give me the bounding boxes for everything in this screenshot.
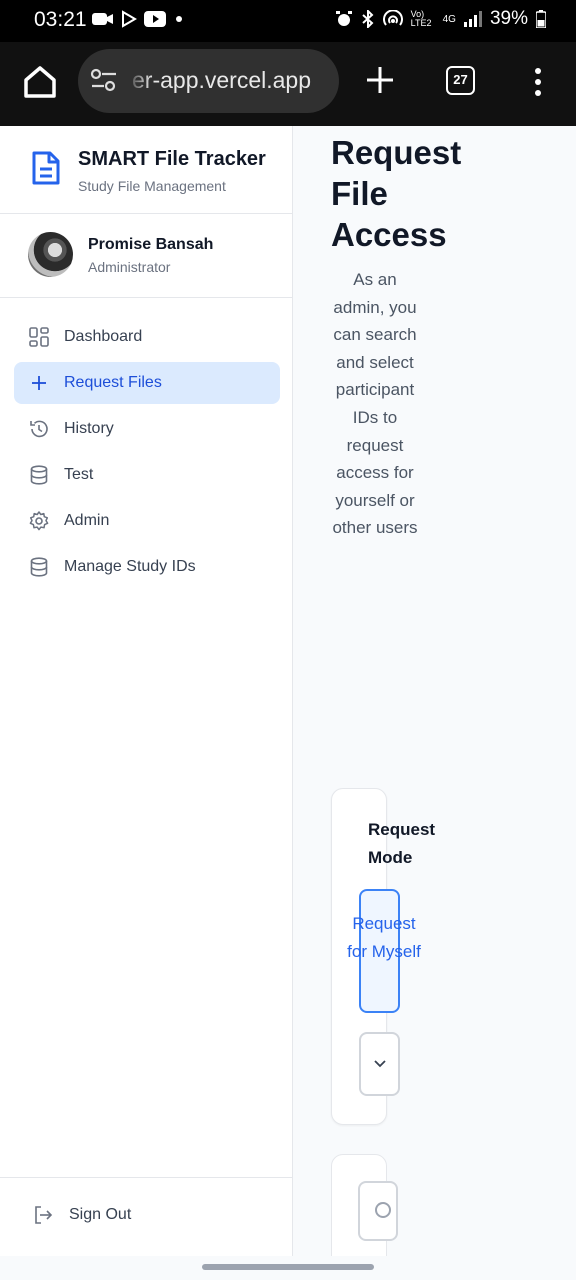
network-type: 4G: [442, 13, 456, 25]
search-icon: [375, 1202, 391, 1218]
bluetooth-icon: [361, 10, 374, 28]
battery-percent: 39%: [489, 8, 528, 29]
status-bar: 03:21 Vo) LTE2 4G 39%: [0, 0, 576, 42]
video-camera-icon: [92, 13, 113, 25]
sidebar-item-label: Request Files: [64, 374, 162, 391]
battery-icon: [536, 10, 546, 28]
database-icon: [30, 465, 48, 485]
main-content: Request File Access As an admin, you can…: [294, 126, 576, 1256]
gesture-bar: [0, 1256, 576, 1280]
sidebar-item-manage-study-ids[interactable]: Manage Study IDs: [14, 546, 280, 588]
status-time: 03:21: [34, 8, 87, 31]
new-tab-icon[interactable]: [364, 64, 396, 96]
dot-icon: [176, 16, 182, 22]
home-gesture-handle[interactable]: [202, 1264, 374, 1270]
sidebar: SMART File Tracker Study File Management…: [0, 126, 293, 1256]
more-menu-icon[interactable]: [528, 66, 548, 98]
user-name: Promise Bansah: [88, 236, 214, 253]
sidebar-nav: Dashboard Request Files History Test Adm…: [14, 316, 280, 592]
hotspot-icon: [382, 10, 403, 26]
sidebar-item-label: History: [64, 420, 114, 437]
participant-search-input[interactable]: [358, 1181, 398, 1241]
dashboard-icon: [29, 327, 49, 347]
address-bar[interactable]: er-app.vercel.app: [78, 49, 339, 113]
page-title: Request File Access: [331, 134, 462, 253]
site-settings-icon[interactable]: [90, 67, 118, 93]
volte-badge: Vo) LTE2: [410, 9, 432, 28]
tab-switcher-button[interactable]: 27: [446, 66, 475, 95]
database-icon: [30, 557, 48, 577]
sidebar-item-label: Dashboard: [64, 328, 143, 345]
sign-out-button[interactable]: Sign Out: [20, 1194, 270, 1236]
status-right: Vo) LTE2 4G 39%: [335, 8, 546, 30]
alarm-icon: [335, 11, 352, 26]
user-profile: Promise Bansah Administrator: [0, 214, 293, 298]
request-mode-label: Request Mode: [368, 820, 436, 867]
sidebar-item-label: Manage Study IDs: [64, 558, 196, 575]
brand-subtitle: Study File Management: [78, 178, 226, 194]
user-role: Administrator: [88, 259, 171, 275]
sidebar-item-request-files[interactable]: Request Files: [14, 362, 280, 404]
play-store-icon: [122, 10, 137, 28]
request-for-myself-label[interactable]: Request for Myself: [346, 910, 422, 966]
sidebar-item-label: Admin: [64, 512, 110, 529]
home-icon[interactable]: [20, 62, 60, 102]
sidebar-item-admin[interactable]: Admin: [14, 500, 280, 542]
notification-icons: [92, 10, 186, 28]
sidebar-item-dashboard[interactable]: Dashboard: [14, 316, 280, 358]
sign-out-label: Sign Out: [69, 1206, 132, 1223]
gear-icon: [29, 511, 49, 531]
sign-out-icon: [35, 1206, 53, 1224]
avatar: [28, 232, 73, 277]
user-select-dropdown[interactable]: [359, 1032, 400, 1096]
plus-icon: [32, 376, 46, 390]
youtube-icon: [144, 11, 166, 27]
signal-icon: [463, 11, 482, 27]
sidebar-item-test[interactable]: Test: [14, 454, 280, 496]
sidebar-footer: Sign Out: [0, 1177, 293, 1256]
history-icon: [30, 420, 48, 438]
url-fade: [126, 49, 152, 113]
web-page: SMART File Tracker Study File Management…: [0, 126, 576, 1256]
page-description: As an admin, you can search and select p…: [332, 270, 418, 538]
document-icon: [32, 151, 60, 185]
chevron-down-icon: [374, 1060, 386, 1068]
brand-header: SMART File Tracker Study File Management: [0, 126, 293, 214]
brand-title: SMART File Tracker: [78, 148, 266, 170]
browser-toolbar: er-app.vercel.app 27: [0, 42, 576, 126]
url-text[interactable]: er-app.vercel.app: [132, 67, 311, 94]
sidebar-item-history[interactable]: History: [14, 408, 280, 450]
sidebar-item-label: Test: [64, 466, 94, 483]
